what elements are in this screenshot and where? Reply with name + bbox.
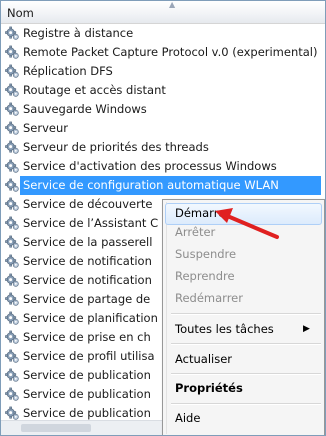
service-gear-icon [5,349,20,364]
service-name: Service de planification [23,311,158,325]
service-gear-icon [5,64,20,79]
service-name: Service de notification [23,273,152,287]
service-row[interactable]: Service d'activation des processus Windo… [1,157,325,176]
service-row[interactable]: Routage et accès distant [1,81,325,100]
service-gear-icon [5,140,20,155]
service-gear-icon [5,387,20,402]
service-gear-icon [5,159,20,174]
service-name: Service de publication [23,368,151,382]
service-gear-icon [5,254,20,269]
service-gear-icon [5,45,20,60]
service-gear-icon [5,406,20,421]
service-gear-icon [5,197,20,212]
service-name: Service de profil utilisa [23,349,155,363]
service-name: Service de partage de [23,292,151,306]
menu-item-refresh[interactable]: Actualiser [175,349,232,369]
menu-separator [171,403,321,405]
menu-item-help[interactable]: Aide [175,408,200,428]
menu-item-stop: Arrêter [175,225,216,239]
service-gear-icon [5,178,20,193]
service-name: Service de publication [23,387,151,401]
menu-item-all-tasks[interactable]: Toutes les tâches [175,319,274,339]
services-list-view: Nom ▲ Registre à distance Remote Packet C… [0,0,326,436]
menu-item-resume: Reprendre [175,269,235,283]
menu-separator [171,313,321,315]
service-gear-icon [5,311,20,326]
service-name: Routage et accès distant [23,83,166,97]
service-name: Service de configuration automatique WLA… [20,176,321,195]
service-gear-icon [5,330,20,345]
menu-separator [171,373,321,375]
service-name: Réplication DFS [23,64,113,78]
sort-ascending-icon: ▲ [169,0,176,9]
annotation-arrow-icon [215,208,279,239]
service-name: Service de prise en ch [23,330,151,344]
service-gear-icon [5,216,20,231]
service-name: Registre à distance [23,26,134,40]
service-gear-icon [5,292,20,307]
menu-gutter [166,202,167,434]
service-row[interactable]: Serveur de priorités des threads [1,138,325,157]
service-gear-icon [5,368,20,383]
service-gear-icon [5,26,20,41]
service-row[interactable]: Registre à distance [1,24,325,43]
service-row[interactable]: Service de configuration automatique WLA… [1,176,325,195]
service-gear-icon [5,235,20,250]
service-gear-icon [5,121,20,136]
name-column-header[interactable]: Nom [7,6,34,20]
service-gear-icon [5,273,20,288]
service-name: Service de l’Assistant C [23,216,159,230]
submenu-arrow-icon: ▶ [303,324,310,334]
service-name: Service de la passerell [23,235,153,249]
service-name: Sauvegarde Windows [23,102,147,116]
service-name: Serveur de priorités des threads [23,140,209,154]
service-name: Serveur [23,121,69,135]
service-gear-icon [5,83,20,98]
menu-separator [171,343,321,345]
service-name: Service d'activation des processus Windo… [23,159,277,173]
service-row[interactable]: Sauvegarde Windows [1,100,325,119]
service-row[interactable]: Serveur [1,119,325,138]
service-name: Service de découverte [23,197,153,211]
scrollbar-thumb[interactable] [21,424,91,432]
column-header[interactable]: Nom ▲ [1,1,325,24]
service-row[interactable]: Remote Packet Capture Protocol v.0 (expe… [1,43,325,62]
menu-item-restart: Redémarrer [175,291,243,305]
service-gear-icon [5,102,20,117]
menu-item-properties[interactable]: Propriétés [175,378,243,398]
service-row[interactable]: Réplication DFS [1,62,325,81]
service-name: Service de notification [23,254,152,268]
service-name: Remote Packet Capture Protocol v.0 (expe… [23,45,318,59]
